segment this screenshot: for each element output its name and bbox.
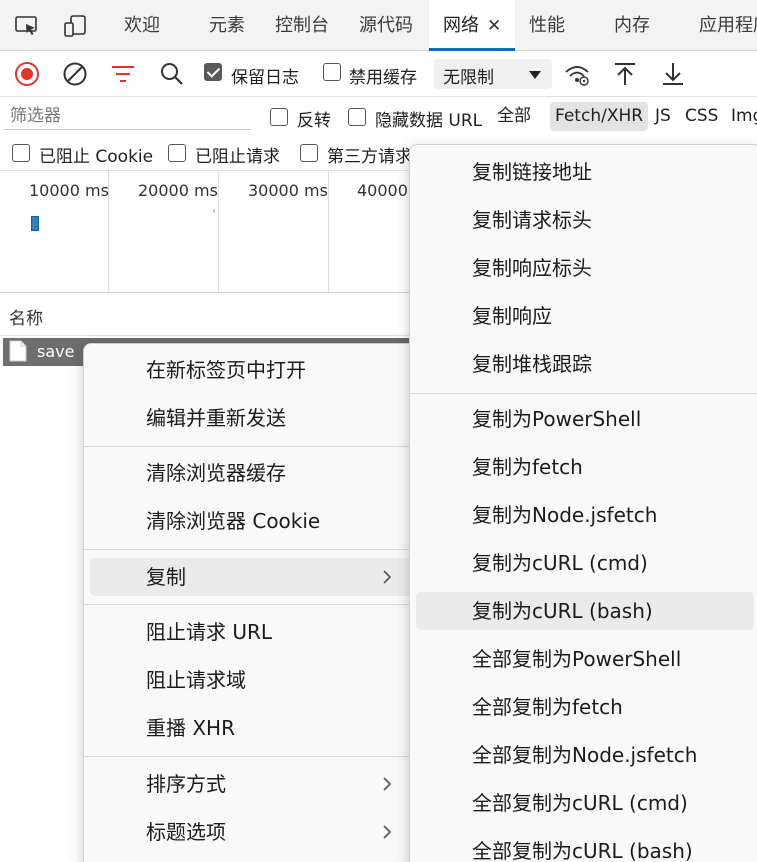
column-name-header[interactable]: 名称 — [9, 304, 43, 329]
menu-item-copy-all-as-curl-cmd[interactable]: 全部复制为cURL (cmd) — [416, 784, 754, 822]
menu-item-header-options[interactable]: 标题选项 — [90, 813, 416, 851]
menu-separator — [84, 604, 422, 605]
dropdown-caret-icon — [529, 71, 541, 79]
invert-checkbox[interactable] — [270, 108, 288, 126]
overview-marker — [213, 209, 215, 213]
tab-memory[interactable]: 内存 — [614, 0, 650, 51]
menu-item-block-request-domain[interactable]: 阻止请求域 — [90, 661, 416, 699]
record-icon[interactable] — [14, 61, 40, 87]
menu-item-copy-request-headers[interactable]: 复制请求标头 — [416, 201, 754, 239]
overview-tick-label: 30000 ms — [248, 181, 328, 200]
third-party-checkbox[interactable] — [300, 144, 318, 162]
preserve-log-checkbox[interactable] — [204, 63, 222, 81]
overview-tick-label: 40000 — [357, 181, 408, 200]
online-icon[interactable] — [564, 61, 590, 87]
blocked-requests-label: 已阻止请求 — [195, 147, 280, 167]
menu-item-copy-as-nodejs-fetch[interactable]: 复制为Node.jsfetch — [416, 496, 754, 534]
device-icon[interactable] — [62, 14, 88, 38]
menu-item-block-request-url[interactable]: 阻止请求 URL — [90, 613, 416, 651]
menu-item-copy-all-as-curl-bash[interactable]: 全部复制为cURL (bash) — [416, 832, 754, 862]
menu-item-copy-link-address[interactable]: 复制链接地址 — [416, 153, 754, 191]
tab-elements[interactable]: 元素 — [209, 0, 245, 51]
disable-cache-label: 禁用缓存 — [349, 68, 417, 88]
filter-bar: 反转 隐藏数据 URL 全部 Fetch/XHR JS CSS Img — [0, 98, 757, 136]
disable-cache-checkbox[interactable] — [323, 63, 341, 81]
tab-network-label: 网络 — [443, 15, 479, 36]
type-filter-js[interactable]: JS — [650, 102, 676, 131]
tab-performance[interactable]: 性能 — [529, 0, 565, 51]
menu-item-copy[interactable]: 复制 — [90, 558, 416, 596]
type-filter-fetch-xhr[interactable]: Fetch/XHR — [550, 102, 649, 131]
type-filter-css[interactable]: CSS — [680, 102, 723, 131]
network-toolbar: 保留日志 禁用缓存 无限制 — [0, 51, 757, 97]
document-icon — [9, 340, 27, 362]
clear-icon[interactable] — [62, 61, 88, 87]
menu-item-copy-as-powershell[interactable]: 复制为PowerShell — [416, 400, 754, 438]
menu-item-copy-all-as-powershell[interactable]: 全部复制为PowerShell — [416, 640, 754, 678]
preserve-log-label: 保留日志 — [231, 68, 299, 88]
filter-icon[interactable] — [110, 61, 136, 87]
tab-console[interactable]: 控制台 — [275, 0, 329, 51]
search-icon[interactable] — [159, 61, 185, 87]
tab-sources[interactable]: 源代码 — [359, 0, 413, 51]
blocked-requests-checkbox[interactable] — [168, 144, 186, 162]
throttling-value: 无限制 — [443, 68, 494, 88]
devtools-tab-bar: 欢迎 元素 控制台 源代码 网络 ✕ 性能 内存 应用程序 — [0, 0, 757, 51]
type-filter-all[interactable]: 全部 — [492, 102, 536, 131]
filter-input[interactable] — [4, 103, 251, 130]
tab-network[interactable]: 网络 ✕ — [429, 0, 516, 51]
request-name: save — [37, 342, 75, 361]
menu-separator — [84, 446, 422, 447]
chevron-right-icon — [382, 813, 392, 851]
import-icon[interactable] — [612, 61, 638, 87]
menu-item-copy-as-curl-bash[interactable]: 复制为cURL (bash) — [416, 592, 754, 630]
menu-separator — [84, 549, 422, 550]
menu-separator — [410, 393, 757, 394]
menu-item-open-in-new-tab[interactable]: 在新标签页中打开 — [90, 351, 416, 389]
menu-item-copy-all-as-nodejs-fetch[interactable]: 全部复制为Node.jsfetch — [416, 736, 754, 774]
menu-item-copy-response[interactable]: 复制响应 — [416, 297, 754, 335]
menu-item-edit-and-resend[interactable]: 编辑并重新发送 — [90, 399, 416, 437]
menu-item-copy-as-curl-cmd[interactable]: 复制为cURL (cmd) — [416, 544, 754, 582]
copy-submenu: 复制链接地址 复制请求标头 复制响应标头 复制响应 复制堆栈跟踪 复制为Powe… — [409, 144, 757, 862]
close-icon[interactable]: ✕ — [487, 16, 501, 36]
context-menu: 在新标签页中打开 编辑并重新发送 清除浏览器缓存 清除浏览器 Cookie 复制… — [83, 343, 423, 862]
third-party-label: 第三方请求 — [327, 147, 412, 167]
menu-item-clear-browser-cache[interactable]: 清除浏览器缓存 — [90, 454, 416, 492]
menu-item-copy-response-headers[interactable]: 复制响应标头 — [416, 249, 754, 287]
tab-welcome[interactable]: 欢迎 — [124, 0, 160, 51]
export-icon[interactable] — [660, 61, 686, 87]
menu-item-clear-browser-cookies[interactable]: 清除浏览器 Cookie — [90, 502, 416, 540]
tab-application[interactable]: 应用程序 — [699, 0, 757, 51]
hide-data-urls-checkbox[interactable] — [348, 108, 366, 126]
invert-label: 反转 — [297, 111, 331, 131]
menu-item-sort-by-label: 排序方式 — [146, 772, 226, 796]
overview-tick-label: 20000 ms — [138, 181, 218, 200]
throttling-select[interactable]: 无限制 — [434, 59, 552, 89]
chevron-right-icon — [382, 558, 392, 596]
menu-item-header-options-label: 标题选项 — [146, 820, 226, 844]
type-filter-img[interactable]: Img — [726, 102, 757, 131]
menu-item-copy-stack-trace[interactable]: 复制堆栈跟踪 — [416, 345, 754, 383]
blocked-cookies-label: 已阻止 Cookie — [39, 147, 154, 167]
menu-item-copy-all-as-fetch[interactable]: 全部复制为fetch — [416, 688, 754, 726]
menu-item-sort-by[interactable]: 排序方式 — [90, 765, 416, 803]
menu-separator — [84, 756, 422, 757]
menu-item-copy-as-fetch[interactable]: 复制为fetch — [416, 448, 754, 486]
menu-item-copy-label: 复制 — [146, 565, 186, 589]
menu-item-replay-xhr[interactable]: 重播 XHR — [90, 709, 416, 747]
chevron-right-icon — [382, 765, 392, 803]
blocked-cookies-checkbox[interactable] — [12, 144, 30, 162]
overview-request-bar — [31, 216, 39, 231]
hide-data-urls-label: 隐藏数据 URL — [375, 111, 483, 131]
overview-tick-label: 10000 ms — [29, 181, 109, 200]
inspect-icon[interactable] — [14, 14, 40, 38]
